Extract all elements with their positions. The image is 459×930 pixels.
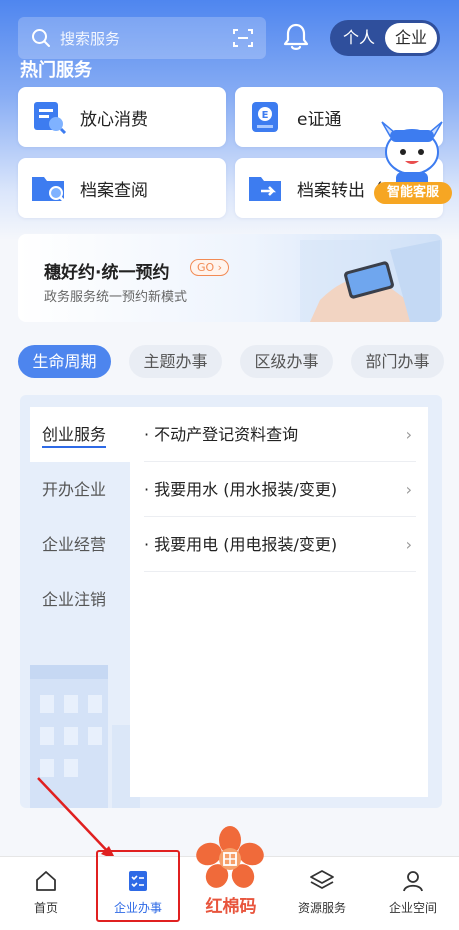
nav-enterprise-space-label: 企业空间	[388, 901, 437, 915]
bell-icon[interactable]	[282, 22, 310, 52]
e-cert-icon: E	[252, 102, 278, 132]
lifecycle-left-nav: 创业服务 开办企业 企业经营 企业注销	[30, 407, 140, 627]
user-icon	[403, 871, 423, 892]
scan-icon[interactable]	[232, 27, 254, 49]
nav-home-label: 首页	[33, 901, 58, 915]
tab-district[interactable]: 区级办事	[240, 345, 333, 378]
service-label: e证通	[297, 109, 342, 130]
tab-lifecycle[interactable]: 生命周期	[18, 345, 111, 378]
nav-resources-label: 资源服务	[297, 901, 346, 915]
archive-transfer-icon	[249, 177, 281, 201]
tab-department[interactable]: 部门办事	[351, 345, 444, 378]
service-card-consumer[interactable]: 放心消费	[18, 87, 226, 147]
search-input[interactable]: 搜索服务	[60, 28, 232, 49]
chevron-right-icon: ›	[405, 535, 412, 554]
service-label: 放心消费	[80, 109, 148, 130]
toggle-enterprise[interactable]: 企业	[385, 23, 437, 53]
banner-subtitle: 政务服务统一预约新模式	[44, 290, 188, 305]
toggle-personal[interactable]: 个人	[333, 23, 385, 53]
lifecycle-panel: 创业服务 开办企业 企业经营 企业注销 · 不动产登记资料查询 › · 我要用水…	[20, 395, 442, 808]
left-nav-open-business[interactable]: 开办企业	[30, 462, 140, 517]
list-item[interactable]: · 我要用电 (用电报装/变更) ›	[144, 517, 416, 572]
kapok-flower-logo-icon[interactable]	[195, 826, 265, 888]
search-icon	[32, 29, 50, 47]
center-logo-label[interactable]: 红棉码	[200, 892, 262, 917]
annotation-highlight-box	[96, 850, 180, 922]
left-nav-deregistration[interactable]: 企业注销	[30, 572, 140, 627]
hand-phone-illustration	[300, 240, 440, 322]
nav-resources[interactable]: 资源服务	[276, 857, 368, 930]
layers-icon	[310, 870, 334, 889]
assistant-label[interactable]: 智能客服	[374, 182, 452, 204]
service-label: 档案查阅	[80, 180, 148, 201]
home-icon	[36, 871, 56, 891]
search-bar[interactable]: 搜索服务	[18, 17, 266, 59]
list-item[interactable]: · 我要用水 (用水报装/变更) ›	[144, 462, 416, 517]
list-item[interactable]: · 不动产登记资料查询 ›	[144, 407, 416, 462]
svg-text:E: E	[262, 110, 269, 121]
hot-services-title: 热门服务	[20, 60, 92, 81]
banner-title: 穗好约·统一预约	[44, 263, 170, 283]
chevron-right-icon: ›	[405, 425, 412, 444]
nav-home[interactable]: 首页	[0, 857, 92, 930]
chevron-right-icon: ›	[405, 480, 412, 499]
left-nav-startup[interactable]: 创业服务	[30, 407, 140, 462]
nav-enterprise-space[interactable]: 企业空间	[367, 857, 459, 930]
left-nav-operation[interactable]: 企业经营	[30, 517, 140, 572]
appointment-banner[interactable]: 穗好约·统一预约 GO › 政务服务统一预约新模式	[18, 234, 442, 322]
service-card-archive-search[interactable]: 档案查阅	[18, 158, 226, 218]
archive-search-icon	[32, 177, 66, 203]
identity-toggle[interactable]: 个人 企业	[330, 20, 440, 56]
consumer-icon	[34, 102, 67, 134]
banner-go-badge[interactable]: GO ›	[190, 259, 230, 276]
lifecycle-item-list: · 不动产登记资料查询 › · 我要用水 (用水报装/变更) › · 我要用电 …	[130, 407, 428, 797]
tab-theme[interactable]: 主题办事	[129, 345, 222, 378]
service-label: 档案转出（	[297, 180, 382, 201]
